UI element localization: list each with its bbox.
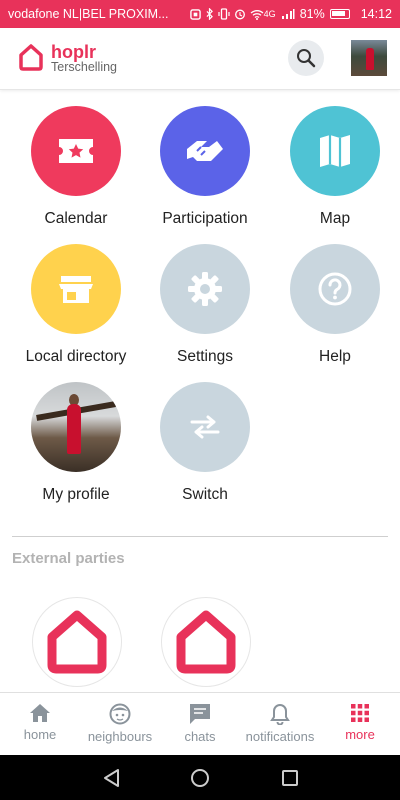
menu-map[interactable]: Map — [270, 106, 400, 228]
menu-local-directory[interactable]: Local directory — [11, 244, 141, 366]
menu-settings[interactable]: Settings — [140, 244, 270, 366]
local-directory-label: Local directory — [25, 348, 127, 365]
nav-more[interactable]: more — [320, 693, 400, 755]
home-button-icon[interactable] — [190, 768, 210, 788]
local-directory-circle — [31, 244, 121, 334]
wifi-icon — [250, 9, 264, 20]
menu-help[interactable]: Help — [270, 244, 400, 366]
network-type: 4G — [263, 9, 276, 19]
settings-label: Settings — [176, 348, 233, 365]
recents-icon[interactable] — [281, 769, 299, 787]
alarm-icon — [234, 9, 245, 20]
nav-chats-label: chats — [184, 729, 216, 744]
settings-circle — [160, 244, 250, 334]
nav-neighbours-label: neighbours — [87, 729, 153, 744]
nav-more-label: more — [345, 727, 375, 742]
search-icon — [297, 49, 316, 68]
menu-participation[interactable]: Participation — [140, 106, 270, 228]
hoplr-logo-icon[interactable] — [18, 43, 44, 71]
section-divider — [12, 536, 388, 537]
clock: 14:12 — [360, 7, 392, 21]
home-icon — [30, 704, 50, 722]
participation-label: Participation — [162, 210, 248, 227]
external-parties-title: External parties — [12, 550, 125, 567]
calendar-circle — [31, 106, 121, 196]
app-header: hoplr Terschelling — [0, 28, 400, 90]
hoplr-house-icon — [47, 610, 107, 674]
help-icon — [318, 272, 352, 306]
nav-neighbours[interactable]: neighbours — [80, 693, 160, 755]
battery-icon — [329, 9, 350, 19]
community-name: Terschelling — [51, 60, 118, 74]
menu-calendar[interactable]: Calendar — [11, 106, 141, 228]
external-party-1[interactable] — [32, 597, 122, 687]
hoplr-house-icon — [176, 610, 236, 674]
profile-photo — [31, 382, 121, 472]
back-icon[interactable] — [102, 768, 120, 788]
nav-home-label: home — [23, 727, 57, 742]
gear-icon — [188, 272, 222, 306]
signal-icon — [281, 9, 295, 19]
nav-chats[interactable]: chats — [160, 693, 240, 755]
store-icon — [59, 276, 93, 303]
ticket-star-icon — [59, 139, 93, 163]
nav-home[interactable]: home — [0, 693, 80, 755]
map-icon — [320, 135, 350, 167]
help-circle — [290, 244, 380, 334]
handshake-icon — [187, 141, 223, 161]
external-party-2[interactable] — [161, 597, 251, 687]
bluetooth-icon — [206, 8, 213, 20]
chat-icon — [190, 704, 210, 724]
map-label: Map — [319, 210, 351, 227]
menu-switch[interactable]: Switch — [140, 382, 270, 504]
battery-percent: 81% — [299, 7, 325, 21]
map-circle — [290, 106, 380, 196]
bell-icon — [270, 703, 290, 725]
switch-circle — [160, 382, 250, 472]
face-icon — [109, 703, 131, 725]
participation-circle — [160, 106, 250, 196]
switch-label: Switch — [182, 486, 228, 503]
status-icons — [189, 8, 264, 20]
my-profile-label: My profile — [42, 486, 110, 503]
notification-icon — [189, 8, 201, 20]
search-button[interactable] — [288, 40, 324, 76]
system-navigation-bar — [0, 755, 400, 800]
grid-icon — [351, 704, 369, 722]
calendar-label: Calendar — [44, 210, 108, 227]
vibrate-icon — [218, 8, 230, 20]
bottom-nav: home neighbours chats notifications more — [0, 692, 400, 755]
swap-icon — [190, 415, 220, 439]
status-bar: vodafone NL|BEL PROXIM... 4G 81% 14:12 — [0, 0, 400, 28]
user-avatar[interactable] — [351, 40, 387, 76]
carrier-name: vodafone NL|BEL PROXIM... — [8, 7, 169, 21]
nav-notifications[interactable]: notifications — [240, 693, 320, 755]
help-label: Help — [319, 348, 351, 365]
menu-my-profile[interactable]: My profile — [11, 382, 141, 504]
nav-notifications-label: notifications — [245, 729, 315, 744]
